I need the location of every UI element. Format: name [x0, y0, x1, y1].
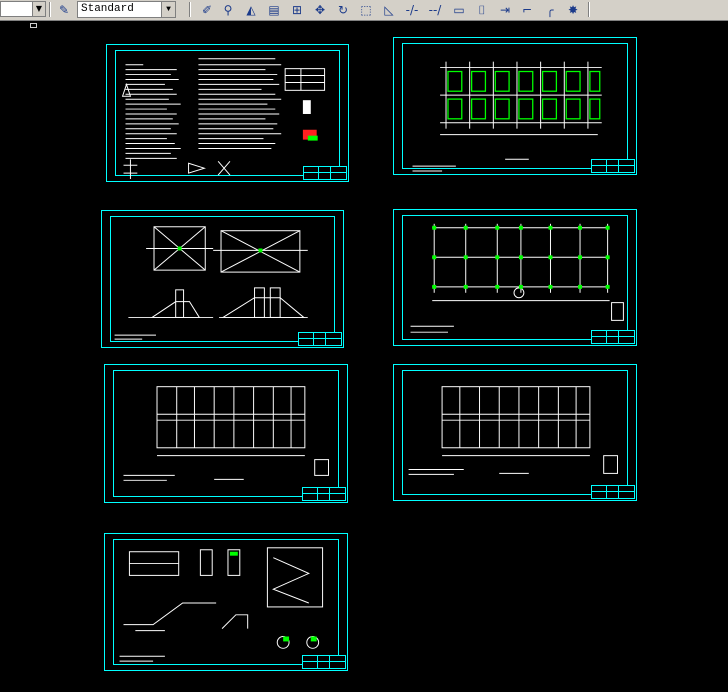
- title-block: [302, 655, 346, 669]
- trim-icon[interactable]: -/-: [403, 1, 421, 19]
- sheet-foundation-details[interactable]: [101, 210, 344, 348]
- drawing-canvas[interactable]: [0, 21, 728, 692]
- move-icon[interactable]: ✥: [311, 1, 329, 19]
- title-block: [298, 332, 342, 346]
- break-icon[interactable]: ⌷: [473, 1, 491, 19]
- toolbar-separator: [49, 2, 51, 17]
- chevron-down-icon[interactable]: ▼: [32, 2, 45, 16]
- stair-details-drawing: [119, 547, 324, 662]
- floor-plan-2-drawing: [408, 386, 618, 475]
- sheet-beam-plan[interactable]: [393, 209, 637, 346]
- toolbar-separator: [189, 2, 191, 17]
- sheet-stair-details[interactable]: [104, 533, 348, 671]
- notes-drawing: [121, 58, 326, 180]
- foundation-drawing: [114, 226, 308, 340]
- title-block: [591, 330, 635, 344]
- text-style-select[interactable]: Standard ▼: [77, 1, 176, 18]
- beam-plan-drawing: [410, 223, 624, 333]
- scale-icon[interactable]: ⬚: [357, 1, 375, 19]
- chamfer-icon[interactable]: ⌐: [518, 1, 536, 19]
- title-block: [303, 166, 347, 180]
- sheet-floor-plan-1[interactable]: [104, 364, 348, 503]
- layer-combo[interactable]: ▼: [0, 1, 46, 17]
- rotate-icon[interactable]: ↻: [334, 1, 352, 19]
- fillet-icon[interactable]: ╭: [541, 1, 559, 19]
- sheet-general-notes[interactable]: [106, 44, 349, 182]
- toolbar-separator: [588, 2, 590, 17]
- title-block: [591, 485, 635, 499]
- dim-style-icon[interactable]: ◭: [242, 1, 260, 19]
- floor-plan-1-drawing: [123, 386, 329, 481]
- explode-icon[interactable]: ✸: [564, 1, 582, 19]
- column-plan-drawing: [412, 61, 602, 172]
- toolbar: ▼ ✎ Standard ▼ ✐ ⚲ ◭ ▤ ⊞ ✥ ↻ ⬚ ◺ -/- --/ …: [0, 0, 728, 21]
- extend-icon[interactable]: --/: [426, 1, 444, 19]
- array-icon[interactable]: ⊞: [288, 1, 306, 19]
- rectangle-icon[interactable]: ▭: [450, 1, 468, 19]
- align-icon[interactable]: ▤: [265, 1, 283, 19]
- text-style-icon[interactable]: ✎: [55, 1, 73, 19]
- title-block: [302, 487, 346, 501]
- ucs-icon: [30, 23, 37, 28]
- stretch-icon[interactable]: ◺: [380, 1, 398, 19]
- text-style-value: Standard: [81, 3, 134, 15]
- edit-icon[interactable]: ✐: [198, 1, 216, 19]
- find-icon[interactable]: ⚲: [219, 1, 237, 19]
- chevron-down-icon[interactable]: ▼: [161, 2, 175, 17]
- title-block: [591, 159, 635, 173]
- join-icon[interactable]: ⇥: [496, 1, 514, 19]
- sheet-column-plan[interactable]: [393, 37, 637, 175]
- sheet-floor-plan-2[interactable]: [393, 364, 637, 501]
